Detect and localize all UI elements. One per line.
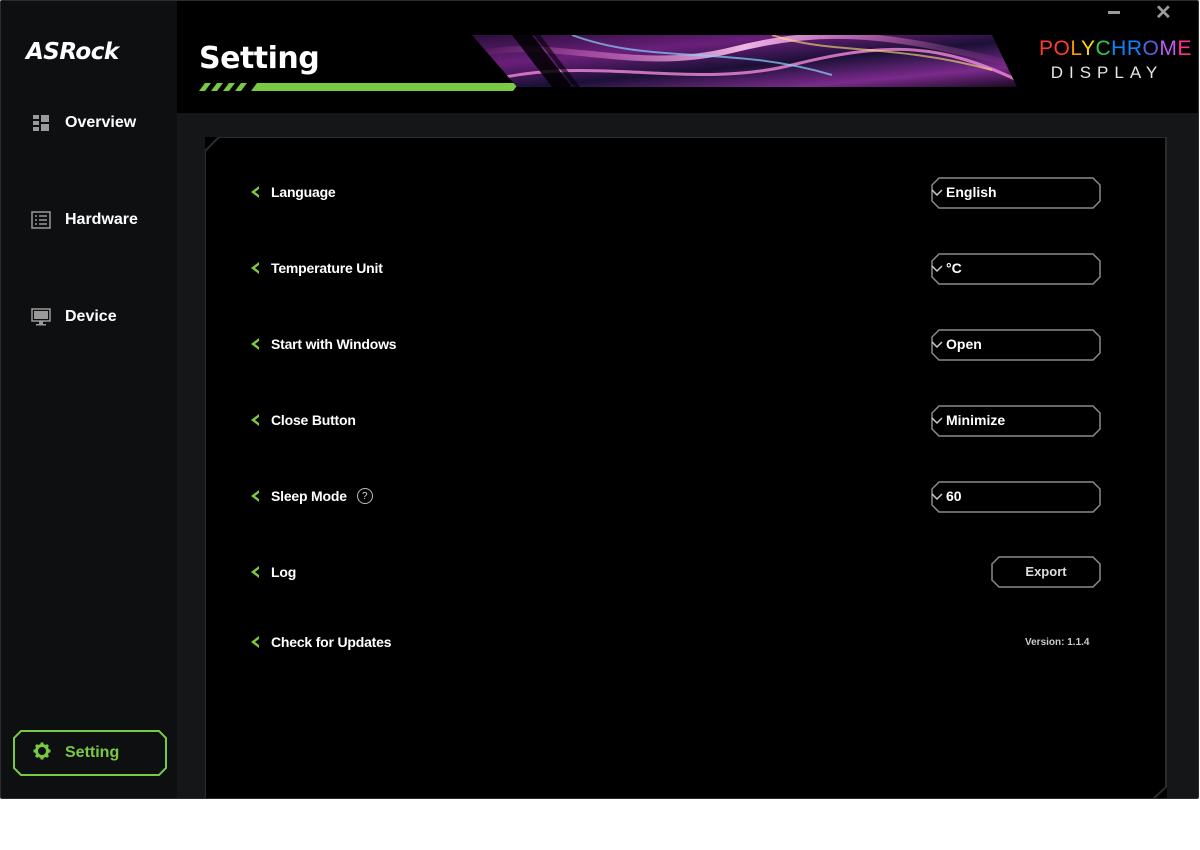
select-value: 60 (946, 488, 962, 504)
chevron-down-icon (931, 189, 943, 197)
monitor-icon (31, 307, 51, 327)
select-value: English (946, 184, 997, 200)
chevron-left-icon (251, 262, 259, 274)
sleep-mode-select[interactable]: 60 (931, 481, 1101, 513)
sidebar-item-setting[interactable]: Setting (13, 730, 167, 776)
setting-row-language: Language (249, 180, 336, 204)
setting-row-updates: Check for Updates (249, 630, 391, 654)
chevron-left-icon (251, 414, 259, 426)
temperature-unit-select[interactable]: °C (931, 253, 1101, 285)
setting-row-sleep-mode: Sleep Mode ? (249, 484, 373, 508)
sidebar-item-label: Device (65, 308, 117, 325)
chevron-left-icon (251, 566, 259, 578)
panel-frame (205, 137, 1167, 798)
setting-row-close-button: Close Button (249, 408, 356, 432)
export-button[interactable]: Export (991, 556, 1101, 588)
setting-label[interactable]: Check for Updates (271, 634, 391, 650)
header: Setting POLYCHROME DISPLAY ✕ (177, 1, 1198, 113)
setting-label: Start with Windows (271, 336, 397, 352)
setting-row-temperature: Temperature Unit (249, 256, 383, 280)
gear-icon (33, 742, 51, 765)
chevron-left-icon (251, 186, 259, 198)
brand-bottom-text: DISPLAY (1050, 63, 1164, 82)
chevron-down-icon (931, 417, 943, 425)
close-button-select[interactable]: Minimize (931, 405, 1101, 437)
chevron-left-icon (251, 636, 259, 648)
setting-label: Sleep Mode (271, 488, 347, 504)
setting-label: Language (271, 184, 336, 200)
asrock-logo: ASRock (26, 39, 119, 65)
title-underline (199, 83, 519, 91)
setting-label: Temperature Unit (271, 260, 383, 276)
brand-top-text: POLYCHROME (1039, 37, 1192, 60)
list-icon (31, 210, 51, 230)
language-select[interactable]: English (931, 177, 1101, 209)
chevron-left-icon (251, 338, 259, 350)
chevron-down-icon (931, 265, 943, 273)
sidebar-item-overview[interactable]: Overview (31, 108, 136, 138)
settings-panel: Language English Temperature Unit °C Sta… (205, 137, 1167, 798)
setting-label: Log (271, 564, 297, 580)
select-value: Minimize (946, 412, 1006, 428)
start-with-windows-select[interactable]: Open (931, 329, 1101, 361)
select-value: Open (946, 336, 982, 352)
grid-icon (31, 113, 51, 133)
setting-label: Close Button (271, 412, 356, 428)
sidebar-item-device[interactable]: Device (31, 302, 117, 332)
sidebar-item-label: Hardware (65, 211, 138, 228)
header-banner-image (472, 35, 1017, 87)
chevron-left-icon (251, 490, 259, 502)
version-number: 1.1.4 (1067, 637, 1090, 648)
app-window: ASRock Overview Hardware Device Setting … (0, 0, 1199, 799)
export-button-label: Export (1025, 564, 1067, 579)
setting-row-log: Log (249, 560, 296, 584)
setting-row-startup: Start with Windows (249, 332, 397, 356)
sidebar-item-hardware[interactable]: Hardware (31, 205, 138, 235)
chevron-down-icon (931, 493, 943, 501)
sidebar: ASRock Overview Hardware Device Setting (1, 1, 177, 798)
close-button[interactable]: ✕ (1155, 1, 1172, 25)
sidebar-item-label: Setting (65, 744, 120, 761)
select-value: °C (946, 260, 962, 276)
minimize-button[interactable] (1106, 1, 1122, 21)
chevron-down-icon (931, 341, 943, 349)
help-icon[interactable]: ? (356, 488, 373, 504)
sidebar-item-label: Overview (65, 114, 137, 131)
version-label: Version: (1025, 637, 1065, 648)
version-info: Version: 1.1.4 (1025, 637, 1090, 648)
polychrome-display-logo: POLYCHROME DISPLAY (1039, 37, 1192, 83)
page-title: Setting (199, 41, 320, 76)
